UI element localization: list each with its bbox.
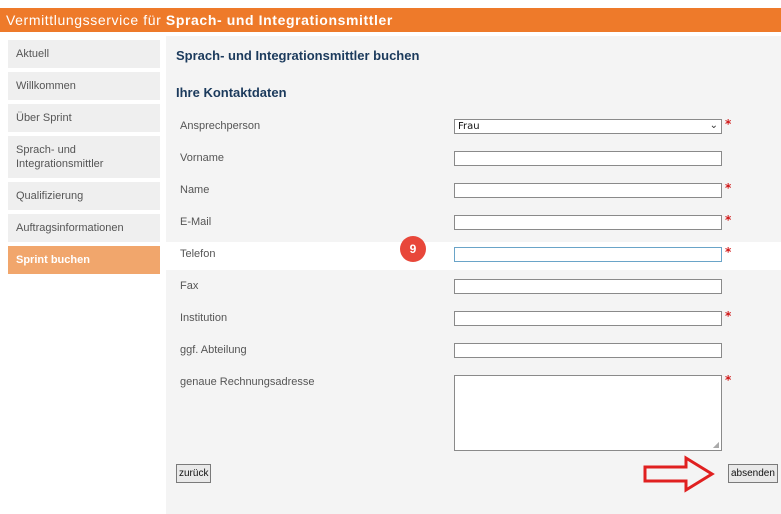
row-email: E-Mail *	[166, 212, 781, 236]
row-vorname: Vorname	[166, 148, 781, 172]
name-label: Name	[180, 184, 210, 196]
row-fax: Fax	[166, 276, 781, 300]
sidebar-item-auftragsinformationen[interactable]: Auftragsinformationen	[8, 214, 160, 242]
vorname-label: Vorname	[180, 152, 225, 164]
ansprechperson-label: Ansprechperson	[180, 120, 261, 132]
telefon-input[interactable]	[454, 247, 722, 262]
required-marker: *	[725, 213, 732, 227]
email-label: E-Mail	[180, 216, 212, 228]
required-marker: *	[725, 373, 732, 387]
right-arrow-icon	[643, 455, 715, 493]
required-marker: *	[725, 309, 732, 323]
ansprechperson-value: Frau	[458, 121, 480, 132]
required-marker: *	[725, 117, 732, 131]
sidebar-item-ueber-sprint[interactable]: Über Sprint	[8, 104, 160, 132]
ansprechperson-select[interactable]: Frau ⌄	[454, 119, 722, 134]
sidebar-item-sprach-und-integrationsmittler[interactable]: Sprach- und Integrationsmittler	[8, 136, 160, 178]
back-button[interactable]: zurück	[176, 464, 212, 483]
name-input[interactable]	[454, 183, 722, 198]
sidebar-item-qualifizierung[interactable]: Qualifizierung	[8, 182, 160, 210]
resize-grip-icon[interactable]: ◢	[713, 440, 719, 449]
app-header: Vermittlungsservice für Sprach- und Inte…	[0, 8, 781, 32]
header-title-strong: Sprach- und Integrationsmittler	[165, 12, 393, 28]
step-number-badge: 9	[400, 236, 426, 262]
sidebar-item-aktuell[interactable]: Aktuell	[8, 40, 160, 68]
sidebar-item-sprint-buchen[interactable]: Sprint buchen	[8, 246, 160, 274]
vorname-input[interactable]	[454, 151, 722, 166]
abteilung-label: ggf. Abteilung	[180, 344, 247, 356]
section-title: Ihre Kontaktdaten	[176, 85, 287, 100]
required-marker: *	[725, 181, 732, 195]
telefon-label: Telefon	[180, 248, 216, 260]
submit-button[interactable]: absenden	[728, 464, 778, 483]
sidebar-item-willkommen[interactable]: Willkommen	[8, 72, 160, 100]
row-institution: Institution *	[166, 308, 781, 332]
row-telefon: Telefon *	[166, 242, 781, 270]
page-title: Sprach- und Integrationsmittler buchen	[176, 48, 420, 63]
institution-label: Institution	[180, 312, 228, 324]
row-name: Name *	[166, 180, 781, 204]
required-marker: *	[725, 245, 732, 259]
row-ansprechperson: Ansprechperson Frau ⌄ *	[166, 116, 781, 140]
fax-input[interactable]	[454, 279, 722, 294]
institution-input[interactable]	[454, 311, 722, 326]
email-input[interactable]	[454, 215, 722, 230]
chevron-down-icon: ⌄	[709, 120, 718, 131]
booking-form: Sprach- und Integrationsmittler buchen I…	[166, 36, 781, 514]
header-title-prefix: Vermittlungsservice für	[6, 12, 166, 28]
row-abteilung: ggf. Abteilung	[166, 340, 781, 364]
abteilung-input[interactable]	[454, 343, 722, 358]
rechnungsadresse-label: genaue Rechnungsadresse	[180, 376, 315, 388]
sidebar-nav: Aktuell Willkommen Über Sprint Sprach- u…	[8, 40, 160, 278]
rechnungsadresse-textarea[interactable]: ◢	[454, 375, 722, 451]
fax-label: Fax	[180, 280, 199, 292]
